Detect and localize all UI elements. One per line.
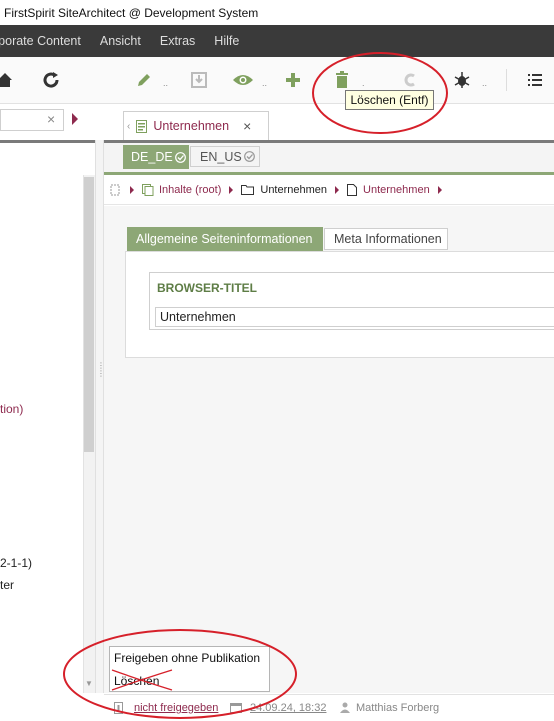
tree-item-fragment[interactable]: 2-1-1) [0, 556, 32, 570]
page-icon [347, 183, 358, 196]
tab-document[interactable]: ‹ Unternehmen × [123, 111, 269, 140]
folder-icon [241, 184, 255, 195]
tab-meta-info[interactable]: Meta Informationen [324, 228, 448, 250]
tab-meta-info-label: Meta Informationen [334, 232, 442, 246]
release-state-icon [114, 702, 123, 717]
breadcrumb-separator-icon [437, 185, 442, 194]
home-icon[interactable] [0, 69, 16, 91]
close-tab-icon[interactable]: × [243, 118, 251, 134]
menu-item-release-no-publish[interactable]: Freigeben ohne Publikation [114, 651, 260, 665]
tooltip-text: Löschen (Entf) [350, 93, 429, 107]
edit-dropdown-dots[interactable]: .. [163, 78, 168, 88]
browser-title-input[interactable]: Unternehmen [155, 307, 554, 327]
breadcrumb-separator-icon [130, 185, 134, 194]
breadcrumb-item-page[interactable]: Unternehmen [363, 184, 430, 196]
language-en-label: EN_US [200, 149, 242, 164]
status-bar: nicht freigegeben 24.09.24, 18:32 Matthi… [104, 694, 554, 721]
window-titlebar: FirstSpirit SiteArchitect @ Development … [0, 0, 554, 25]
menu-item-content[interactable]: rporate Content [0, 34, 81, 48]
toolbar: .. .. . .. [0, 57, 554, 104]
refresh-icon[interactable] [40, 69, 62, 91]
check-circle-icon [243, 151, 255, 162]
release-state-link[interactable]: nicht freigegeben [134, 702, 218, 714]
delete-tooltip: Löschen (Entf) [345, 90, 434, 110]
breadcrumb-separator-icon [229, 185, 234, 194]
panel-splitter[interactable] [95, 140, 104, 693]
language-de-label: DE_DE [131, 150, 173, 164]
breadcrumb-separator-icon [335, 185, 340, 194]
tree-item-fragment[interactable]: ter [0, 578, 14, 592]
browser-title-value: Unternehmen [160, 310, 236, 324]
left-tree-panel [0, 143, 95, 693]
browser-title-label: BROWSER-TITEL [157, 281, 257, 295]
scroll-down-icon[interactable]: ▼ [85, 679, 93, 688]
tab-language-de[interactable]: DE_DE [123, 145, 189, 169]
tab-general-info[interactable]: Allgemeine Seiteninformationen [127, 227, 323, 251]
preview-dropdown-dots[interactable]: .. [262, 78, 267, 88]
toolbar-separator [506, 69, 507, 91]
check-circle-icon [174, 151, 186, 163]
breadcrumb: Inhalte (root) Unternehmen Unternehmen [104, 175, 554, 205]
tab-scroll-left-icon[interactable]: ‹ [127, 121, 130, 132]
list-icon[interactable] [524, 69, 546, 91]
delete-dropdown-dots[interactable]: . [362, 78, 365, 88]
last-changed-date[interactable]: 24.09.24, 18:32 [250, 702, 326, 714]
calendar-icon [230, 702, 242, 716]
expand-arrow-icon[interactable] [72, 113, 78, 125]
debug-dropdown-dots[interactable]: .. [482, 78, 487, 88]
user-icon [340, 702, 350, 716]
clipboard-icon[interactable] [399, 69, 421, 91]
window-title: FirstSpirit SiteArchitect @ Development … [4, 5, 259, 20]
menu-item-extras[interactable]: Extras [160, 34, 195, 48]
tree-item-fragment[interactable]: tion) [0, 402, 23, 416]
page-icon [136, 119, 148, 133]
last-changed-user: Matthias Forberg [356, 702, 440, 714]
tab-general-info-label: Allgemeine Seiteninformationen [136, 232, 313, 246]
menu-bar: rporate Content Ansicht Extras Hilfe [0, 25, 554, 57]
save-icon[interactable] [188, 69, 210, 91]
debug-icon[interactable] [451, 69, 473, 91]
preview-icon[interactable] [232, 69, 254, 91]
clear-search-icon[interactable]: × [47, 111, 55, 127]
menu-item-delete[interactable]: Löschen [114, 674, 159, 688]
breadcrumb-item-root[interactable]: Inhalte (root) [159, 184, 221, 196]
breadcrumb-item-folder[interactable]: Unternehmen [260, 184, 327, 196]
menu-item-help[interactable]: Hilfe [214, 34, 239, 48]
add-icon[interactable] [282, 69, 304, 91]
tab-language-en[interactable]: EN_US [190, 146, 260, 167]
delete-icon[interactable] [331, 69, 353, 91]
tab-document-label: Unternehmen [153, 119, 230, 133]
content-store-icon [142, 183, 154, 196]
edit-icon[interactable] [133, 69, 155, 91]
left-scrollbar-thumb[interactable] [84, 177, 94, 452]
menu-item-view[interactable]: Ansicht [100, 34, 141, 48]
breadcrumb-start-icon [110, 184, 120, 196]
